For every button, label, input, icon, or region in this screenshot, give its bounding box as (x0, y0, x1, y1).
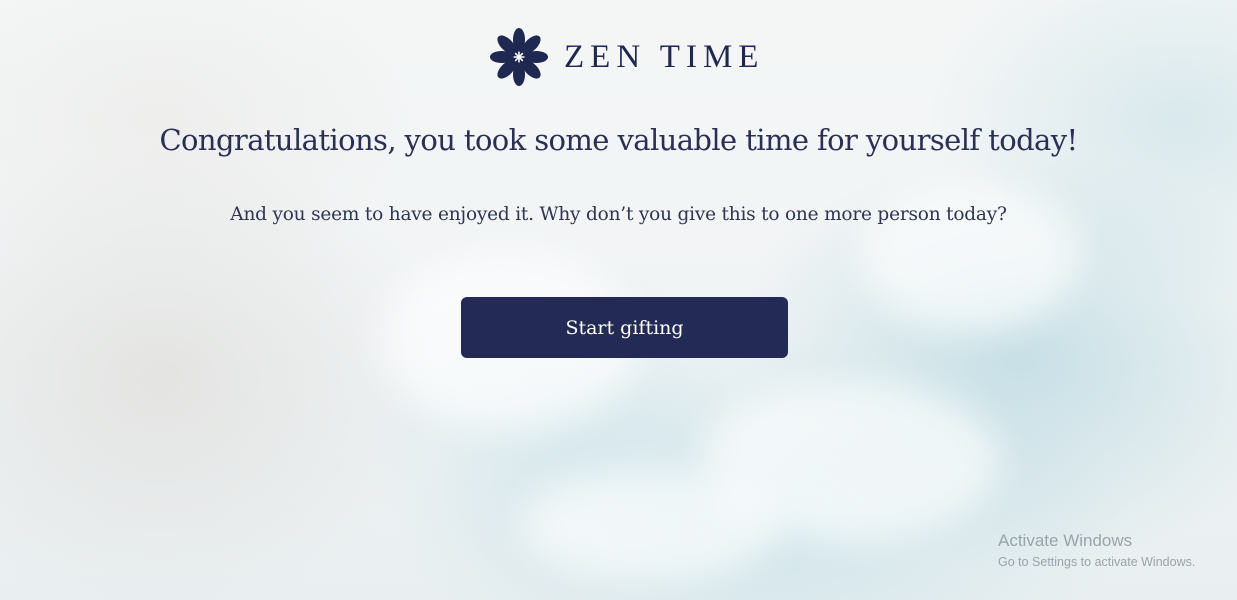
start-gifting-button[interactable]: Start gifting (461, 297, 788, 358)
lotus-flower-icon (489, 27, 549, 87)
brand-logo[interactable]: ZEN TIME (488, 26, 764, 88)
background-foam (700, 380, 1000, 540)
watermark-title: Activate Windows (998, 531, 1133, 550)
windows-activation-watermark: Activate Windows Go to Settings to activ… (998, 530, 1195, 571)
page-subtitle: And you seem to have enjoyed it. Why don… (230, 204, 1007, 225)
brand-name: ZEN TIME (564, 38, 765, 75)
background-foam (520, 470, 780, 580)
page-title: Congratulations, you took some valuable … (159, 123, 1078, 157)
watermark-subtitle: Go to Settings to activate Windows. (998, 555, 1196, 569)
